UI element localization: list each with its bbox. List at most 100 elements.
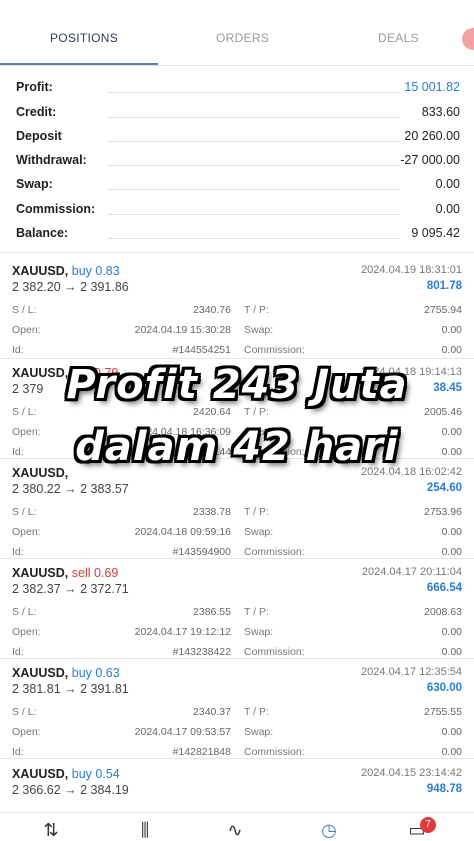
open-label: Open:	[12, 324, 41, 336]
position-profit: 254.60	[426, 482, 462, 494]
divider	[0, 358, 474, 359]
divider	[0, 758, 474, 759]
position-header: XAUUSD, buy 0.83	[12, 264, 120, 278]
open-label: Open:	[12, 526, 41, 538]
tab-bar: POSITIONS ORDERS DEALS	[0, 0, 474, 66]
summary-row-commission: Commission: 0.00	[16, 202, 460, 222]
sl-value: 2386.55	[193, 606, 231, 618]
commission-value: 0.00	[441, 646, 462, 658]
position-prices: 2 380.22 → 2 383.57	[12, 482, 129, 496]
summary-row-deposit: Deposit 20 260.00	[16, 129, 460, 149]
id-label: Id:	[12, 344, 24, 356]
position-profit: 666.54	[426, 582, 462, 594]
tp-label: T / P:	[244, 606, 269, 618]
position-symbol: XAUUSD,	[12, 666, 69, 680]
position-time: 2024.04.17 20:11:04	[361, 566, 462, 578]
divider	[0, 252, 474, 253]
position-profit: 801.78	[426, 280, 462, 292]
id-value: #144554251	[172, 344, 231, 356]
commission-value: 0.00	[441, 344, 462, 356]
summary-row-credit: Credit: 833.60	[16, 105, 460, 125]
messages-button[interactable]: ▭ 7	[404, 817, 436, 841]
quotes-icon[interactable]: ⇅	[38, 819, 64, 841]
summary-value: 9 095.42	[411, 226, 460, 240]
overlay-caption-line1: Profit 243 Juta	[66, 362, 408, 408]
position-profit: 630.00	[426, 682, 462, 694]
open-value: 2024.04.19 15:30:28	[134, 324, 231, 336]
trade-icon[interactable]: ∿	[222, 819, 248, 841]
swap-value: 0.00	[441, 526, 462, 538]
tp-value: 2753.96	[424, 506, 462, 518]
summary-label: Credit:	[16, 105, 57, 119]
chart-icon[interactable]: ⫼	[132, 819, 158, 841]
summary-row-profit: Profit: 15 001.82	[16, 80, 460, 100]
open-label: Open:	[12, 726, 41, 738]
tp-value: 2755.94	[424, 304, 462, 316]
tab-deals[interactable]: DEALS	[378, 31, 419, 45]
position-symbol: XAUUSD,	[12, 767, 69, 781]
position-item[interactable]: XAUUSD, sell 0.69 2024.04.17 20:11:04 2 …	[0, 566, 474, 662]
swap-label: Swap:	[244, 526, 274, 538]
profile-icon[interactable]	[462, 28, 474, 50]
position-item[interactable]: XAUUSD, buy 0.83 2024.04.19 18:31:01 2 3…	[0, 264, 474, 360]
commission-label: Commission:	[244, 646, 305, 658]
summary-label: Withdrawal:	[16, 153, 87, 167]
sl-value: 2340.37	[193, 706, 231, 718]
id-label: Id:	[12, 646, 24, 658]
tp-value: 2755.55	[424, 706, 462, 718]
sl-label: S / L:	[12, 606, 37, 618]
bottom-nav: ⇅ ⫼ ∿ ◷ ▭ 7	[0, 812, 474, 841]
commission-value: 0.00	[441, 546, 462, 558]
position-item[interactable]: XAUUSD, buy 0.54 2024.04.15 23:14:42 2 3…	[0, 767, 474, 811]
position-item[interactable]: XAUUSD, 2024.04.18 16:02:42 2 380.22 → 2…	[0, 466, 474, 562]
id-value: #142821848	[172, 746, 231, 758]
open-label: Open:	[12, 626, 41, 638]
swap-label: Swap:	[244, 324, 274, 336]
commission-label: Commission:	[244, 344, 305, 356]
swap-value: 0.00	[441, 324, 462, 336]
active-tab-indicator	[0, 63, 158, 65]
position-side: buy 0.54	[71, 767, 120, 781]
summary-label: Deposit	[16, 129, 62, 143]
position-item[interactable]: XAUUSD, buy 0.63 2024.04.17 12:35:54 2 3…	[0, 666, 474, 762]
summary-value: 0.00	[435, 177, 460, 191]
position-symbol: XAUUSD,	[12, 264, 69, 278]
sl-label: S / L:	[12, 506, 37, 518]
tp-label: T / P:	[244, 706, 269, 718]
summary-row-balance: Balance: 9 095.42	[16, 226, 460, 246]
position-header: XAUUSD, buy 0.54	[12, 767, 120, 781]
summary-value: -27 000.00	[400, 153, 460, 167]
sl-value: 2340.76	[193, 304, 231, 316]
id-label: Id:	[12, 746, 24, 758]
tp-label: T / P:	[244, 304, 269, 316]
summary-value-profit: 15 001.82	[404, 80, 460, 94]
tp-label: T / P:	[244, 506, 269, 518]
position-prices: 2 382.37 → 2 372.71	[12, 582, 129, 596]
position-prices: 2 366.62 → 2 384.19	[12, 783, 129, 797]
summary-value: 0.00	[435, 202, 460, 216]
sl-value: 2338.78	[193, 506, 231, 518]
position-symbol: XAUUSD,	[12, 566, 69, 580]
position-prices: 2 381.81 → 2 391.81	[12, 682, 129, 696]
summary-value: 833.60	[421, 105, 460, 119]
swap-label: Swap:	[244, 626, 274, 638]
tab-orders[interactable]: ORDERS	[216, 31, 269, 45]
tab-positions[interactable]: POSITIONS	[50, 31, 118, 45]
summary-label: Swap:	[16, 177, 53, 191]
summary-label: Profit:	[16, 80, 53, 94]
summary-label: Commission:	[16, 202, 96, 216]
history-icon[interactable]: ◷	[316, 819, 342, 841]
position-side: buy 0.83	[71, 264, 120, 278]
position-time: 2024.04.19 18:31:01	[361, 264, 462, 276]
sl-label: S / L:	[12, 304, 37, 316]
dotted-leader	[108, 117, 400, 118]
id-value: #143238422	[172, 646, 231, 658]
overlay-caption-line2: dalam 42 hari	[75, 424, 399, 470]
dotted-leader	[108, 165, 400, 166]
swap-value: 0.00	[441, 626, 462, 638]
id-label: Id:	[12, 546, 24, 558]
open-value: 2024.04.17 19:12:12	[134, 626, 231, 638]
dotted-leader	[108, 141, 400, 142]
sl-label: S / L:	[12, 706, 37, 718]
dotted-leader	[108, 214, 400, 215]
